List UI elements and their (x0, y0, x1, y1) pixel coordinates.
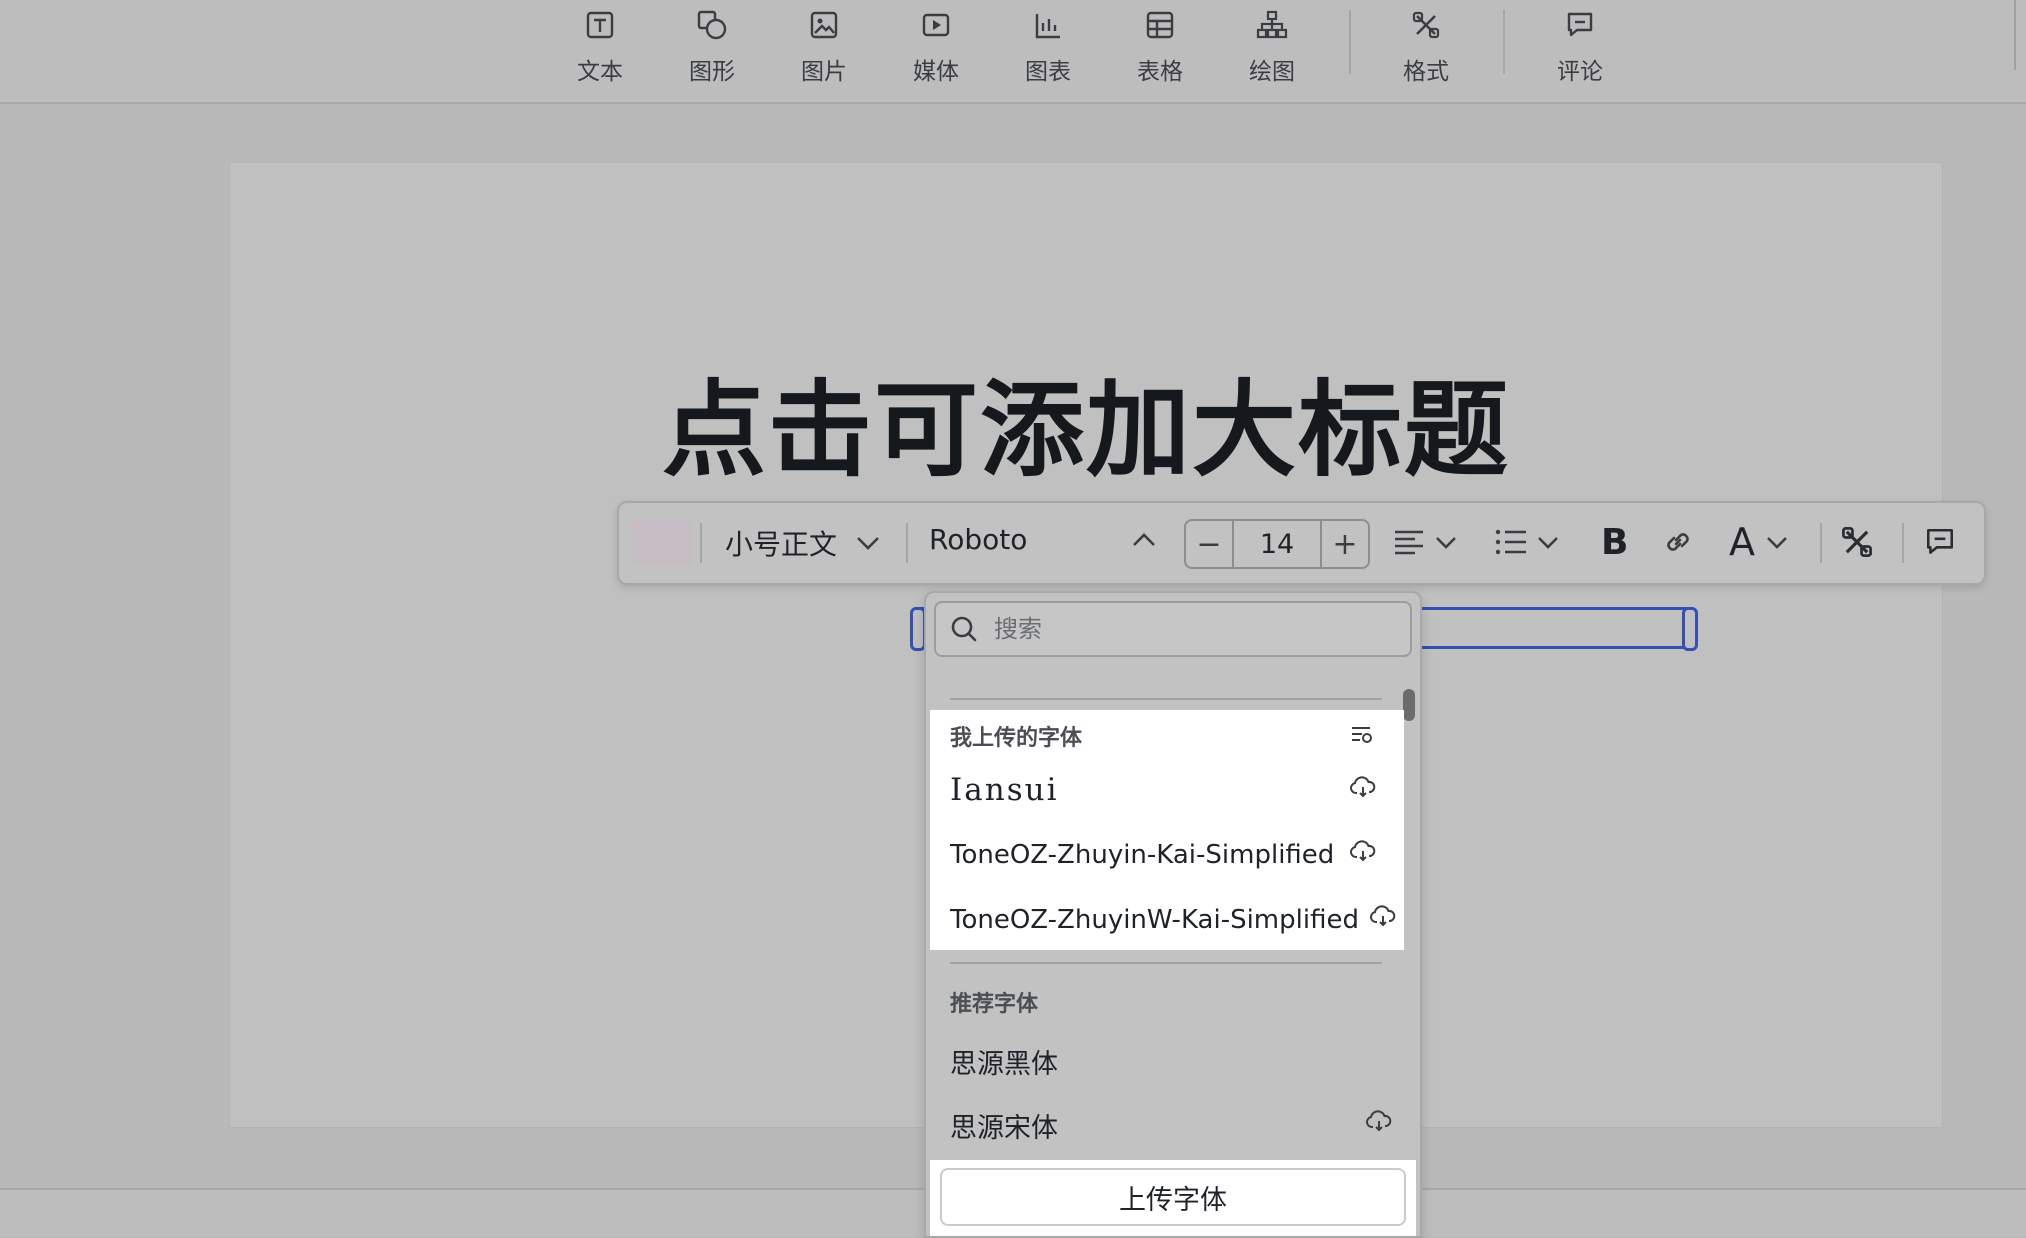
format-tool-label: 格式 (1403, 59, 1449, 85)
bullet-list-icon (1495, 529, 1526, 555)
fill-color-swatch[interactable] (633, 521, 693, 565)
cloud-download-icon[interactable] (1350, 840, 1376, 866)
upload-font-footer: 上传字体 (930, 1160, 1416, 1236)
increase-size-button[interactable]: + (1322, 521, 1368, 567)
search-icon (950, 615, 978, 647)
list-button[interactable] (1494, 519, 1560, 565)
text-box-icon (583, 8, 617, 42)
insert-toolbar: 文本 图形 图片 媒体 图表 表格 绘图 格式 评论 (0, 0, 2026, 104)
shape-tool-button[interactable]: 图形 (664, 8, 760, 88)
toolbar-divider (1820, 523, 1822, 563)
text-tool-button[interactable]: 文本 (552, 8, 648, 88)
divider (950, 698, 1382, 700)
comment-tool-label: 评论 (1557, 59, 1603, 85)
toolbar-divider (1503, 10, 1505, 74)
text-style-select[interactable]: 小号正文 (725, 523, 881, 563)
window-scrollbar[interactable] (2014, 0, 2026, 70)
table-tool-label: 表格 (1137, 59, 1183, 85)
chart-icon (1031, 8, 1065, 42)
comment-icon (1926, 528, 1954, 554)
font-option[interactable]: 思源宋体 (950, 1106, 1058, 1145)
cloud-download-icon[interactable] (1350, 776, 1376, 802)
text-tool-label: 文本 (577, 59, 623, 85)
image-icon (807, 8, 841, 42)
font-color-button[interactable]: A (1729, 519, 1789, 565)
chart-tool-button[interactable]: 图表 (1000, 8, 1096, 88)
bold-button[interactable]: B (1601, 519, 1628, 565)
divider (950, 962, 1382, 964)
chevron-down-icon (1436, 537, 1456, 549)
font-search-input[interactable] (992, 611, 1396, 647)
font-option[interactable]: Iansui (950, 772, 1058, 808)
cloud-download-icon[interactable] (1370, 905, 1396, 931)
chevron-up-icon[interactable] (1131, 525, 1157, 559)
uploaded-fonts-section: 我上传的字体 Iansui ToneOZ-Zhuyin-Kai-Simplifi… (930, 710, 1404, 950)
upload-font-button[interactable]: 上传字体 (940, 1168, 1406, 1226)
media-tool-button[interactable]: 媒体 (888, 8, 984, 88)
media-play-icon (919, 8, 953, 42)
font-option[interactable]: 思源黑体 (950, 1042, 1058, 1081)
font-size-stepper: − 14 + (1184, 519, 1370, 569)
format-icon (1842, 527, 1872, 557)
font-picker-dropdown: 我上传的字体 Iansui ToneOZ-Zhuyin-Kai-Simplifi… (924, 591, 1422, 1238)
image-tool-button[interactable]: 图片 (776, 8, 872, 88)
comment-tool-button[interactable]: 评论 (1532, 8, 1628, 88)
chart-tool-label: 图表 (1025, 59, 1071, 85)
uploaded-fonts-header: 我上传的字体 (950, 726, 1083, 751)
diagram-tool-button[interactable]: 绘图 (1224, 8, 1320, 88)
toolbar-divider (906, 523, 908, 563)
format-painter-button[interactable] (1840, 519, 1874, 565)
toolbar-divider (1349, 10, 1351, 74)
table-tool-button[interactable]: 表格 (1112, 8, 1208, 88)
font-family-select[interactable]: Roboto (929, 523, 1027, 556)
toolbar-divider (700, 523, 702, 563)
media-tool-label: 媒体 (913, 59, 959, 85)
format-icon (1409, 8, 1443, 42)
cloud-download-icon[interactable] (1366, 1110, 1392, 1136)
text-format-toolbar: 小号正文 Roboto − 14 + B A (617, 501, 1986, 585)
link-button[interactable] (1662, 519, 1694, 565)
comment-icon (1563, 8, 1597, 42)
shape-tool-label: 图形 (689, 59, 735, 85)
font-option[interactable]: ToneOZ-Zhuyin-Kai-Simplified (950, 840, 1334, 870)
table-icon (1143, 8, 1177, 42)
font-search-box (934, 601, 1412, 657)
align-button[interactable] (1392, 519, 1458, 565)
diagram-tool-label: 绘图 (1249, 59, 1295, 85)
add-comment-button[interactable] (1924, 519, 1956, 565)
chevron-down-icon (857, 537, 879, 550)
font-size-value[interactable]: 14 (1232, 521, 1322, 567)
shapes-icon (695, 8, 729, 42)
image-tool-label: 图片 (801, 59, 847, 85)
link-icon (1667, 533, 1689, 551)
chevron-down-icon (1767, 537, 1787, 549)
font-color-label: A (1729, 520, 1755, 564)
resize-handle-right[interactable] (1682, 607, 1698, 651)
decrease-size-button[interactable]: − (1186, 521, 1232, 567)
font-option[interactable]: ToneOZ-ZhuyinW-Kai-Simplified (950, 905, 1359, 935)
manage-fonts-icon[interactable] (1350, 724, 1374, 750)
recommended-fonts-header: 推荐字体 (950, 992, 1039, 1017)
diagram-icon (1255, 8, 1289, 42)
align-left-icon (1395, 530, 1423, 555)
slide-title-placeholder[interactable]: 点击可添加大标题 (230, 345, 1942, 496)
toolbar-divider (1902, 523, 1904, 563)
format-tool-button[interactable]: 格式 (1378, 8, 1474, 88)
chevron-down-icon (1538, 537, 1558, 549)
text-style-value: 小号正文 (725, 528, 838, 561)
dropdown-scrollbar[interactable] (1403, 689, 1415, 721)
